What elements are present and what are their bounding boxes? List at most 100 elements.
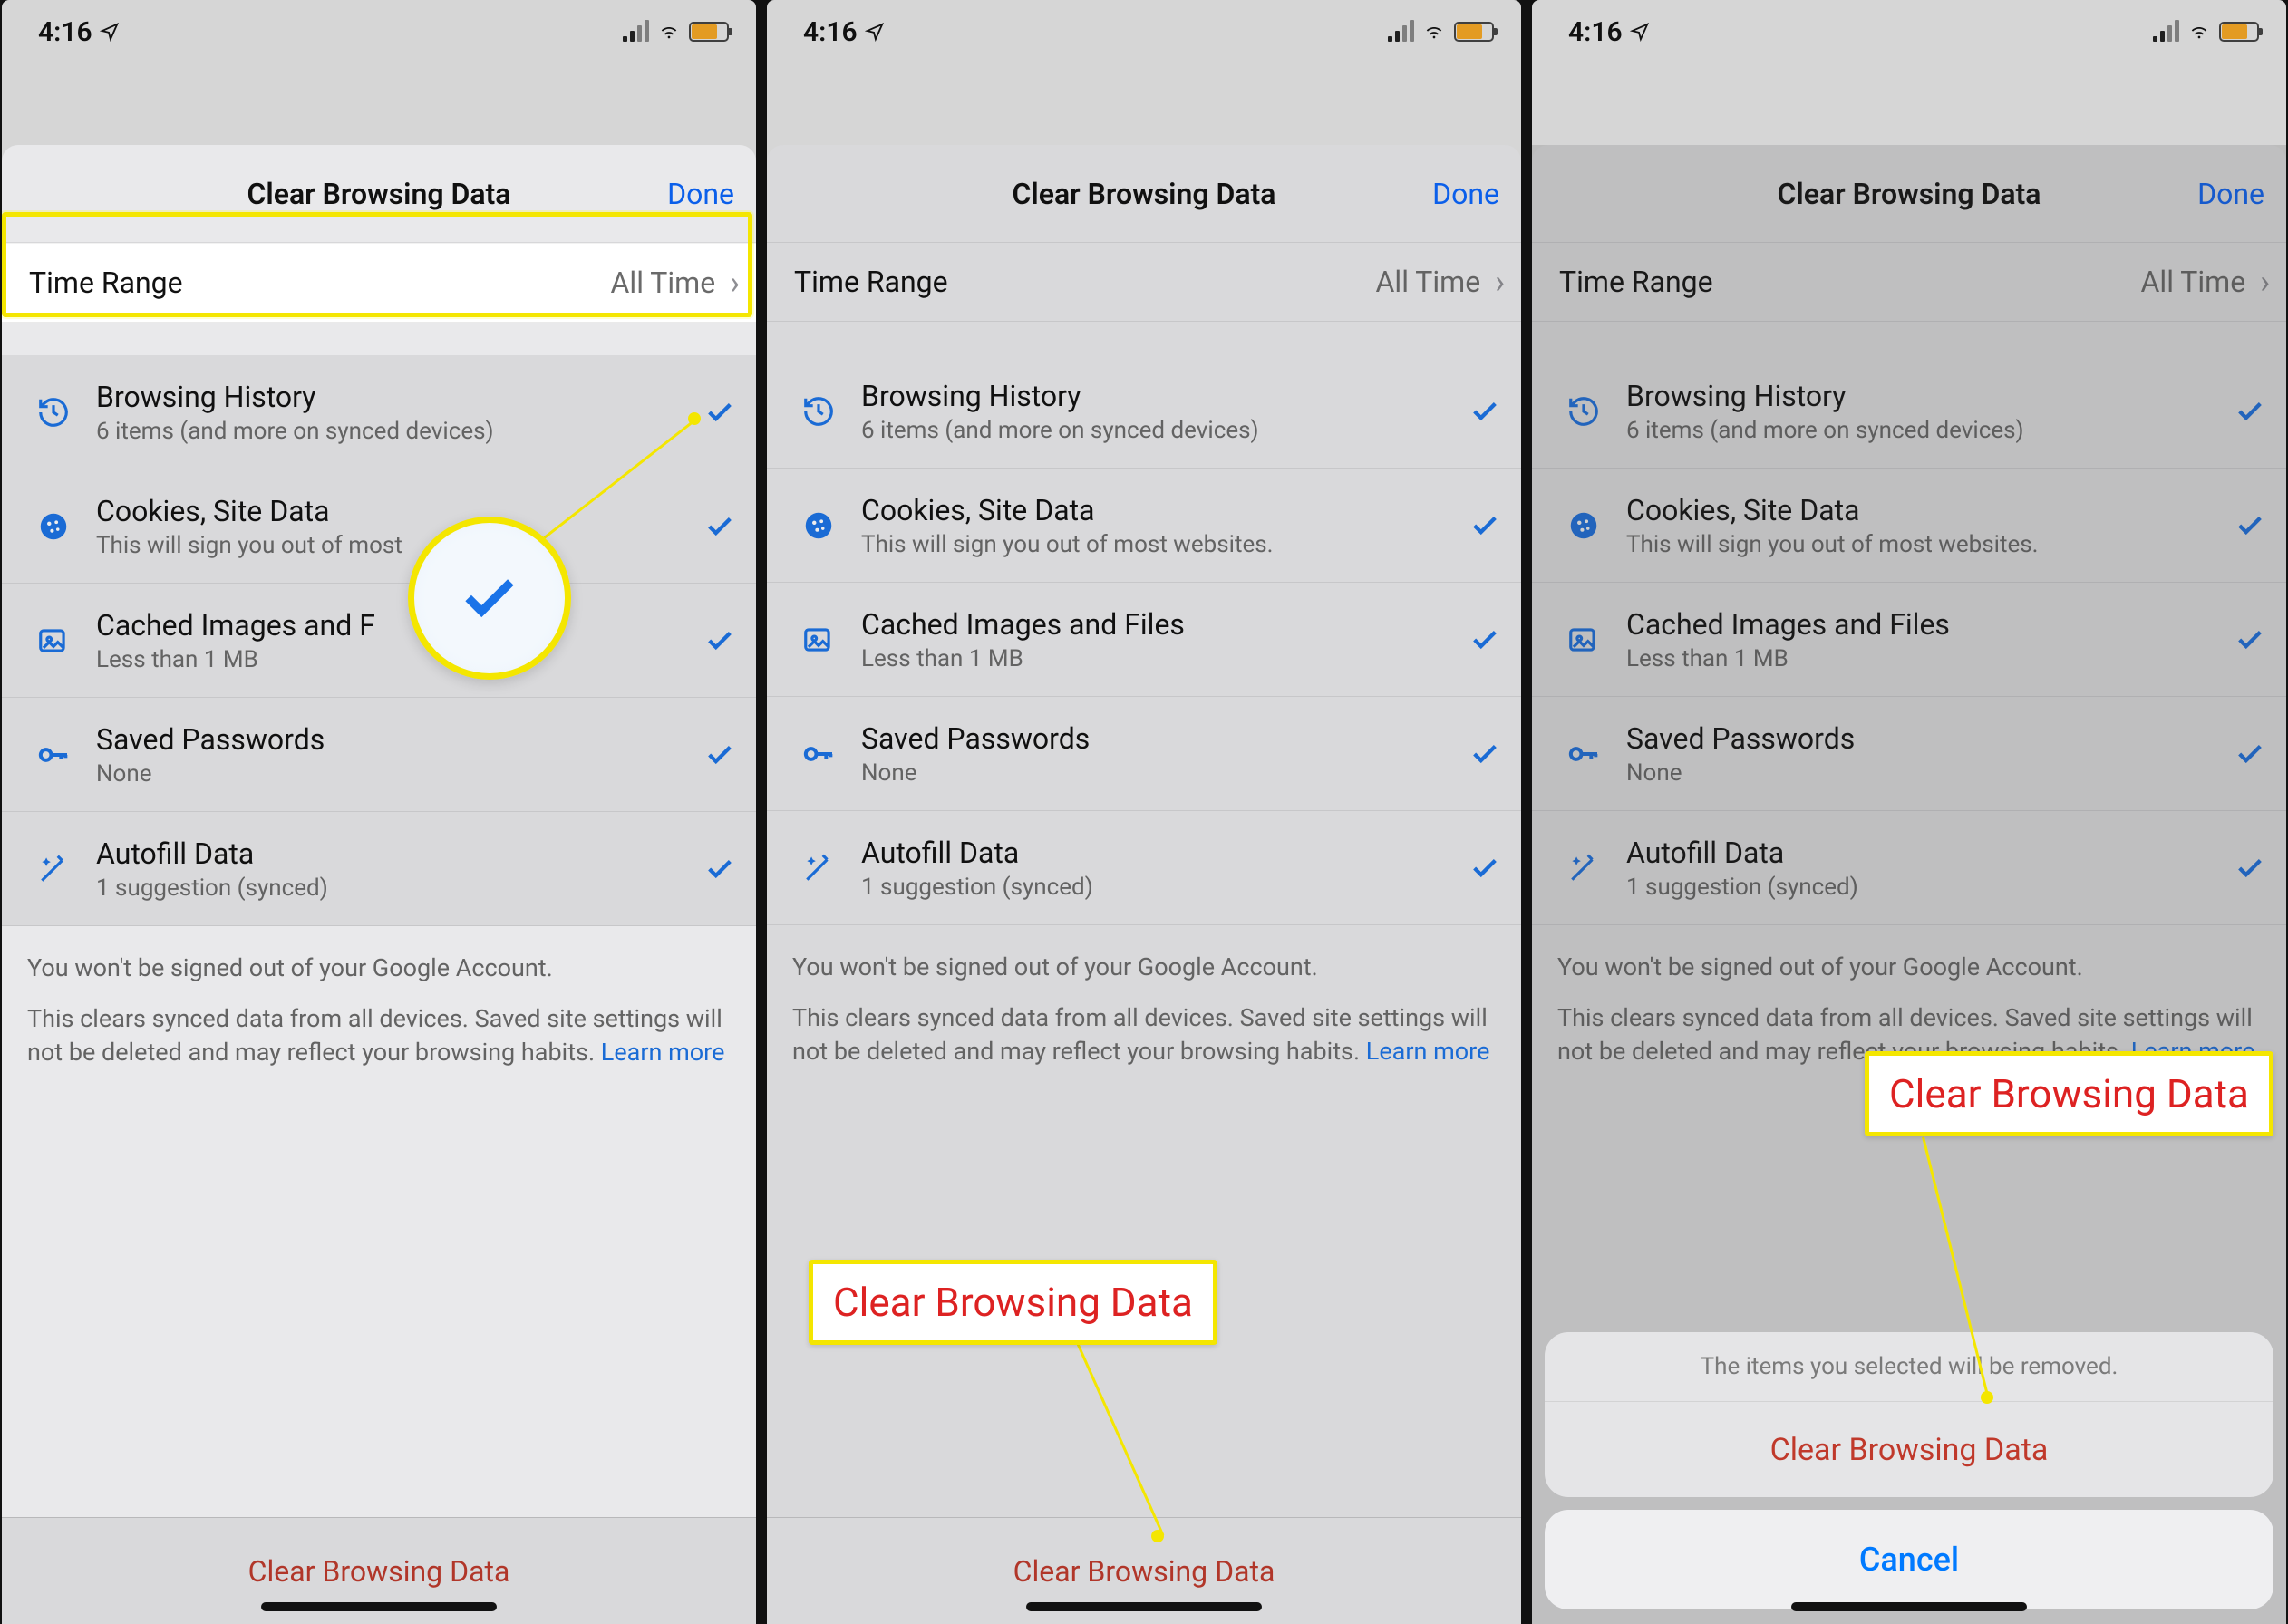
item-browsing-history[interactable]: Browsing History 6 items (and more on syn… <box>767 354 1521 469</box>
wifi-icon <box>656 22 682 42</box>
status-bar: 4:16 <box>767 0 1521 44</box>
signal-icon <box>2153 22 2179 42</box>
check-icon <box>2230 853 2270 884</box>
wand-icon <box>1559 851 1608 885</box>
item-autofill[interactable]: Autofill Data 1 suggestion (synced) <box>1532 811 2286 925</box>
time-range-value: All Time <box>611 266 716 300</box>
check-icon <box>1465 396 1505 427</box>
image-icon <box>794 623 843 657</box>
clear-browsing-data-button[interactable]: Clear Browsing Data <box>248 1554 510 1589</box>
wifi-icon <box>1421 22 1447 42</box>
status-time: 4:16 <box>803 16 858 48</box>
item-autofill[interactable]: Autofill Data 1 suggestion (synced) <box>767 811 1521 925</box>
item-autofill[interactable]: Autofill Data 1 suggestion (synced) <box>2 812 756 926</box>
item-subtitle: None <box>861 759 1465 787</box>
item-title: Saved Passwords <box>96 722 700 757</box>
check-icon <box>1465 624 1505 655</box>
learn-more-link[interactable]: Learn more <box>1366 1037 1490 1066</box>
check-icon <box>2230 396 2270 427</box>
time-range-label: Time Range <box>29 266 611 300</box>
location-icon <box>1630 22 1650 42</box>
item-passwords[interactable]: Saved PasswordsNone <box>1532 697 2286 811</box>
learn-more-link[interactable]: Learn more <box>601 1038 725 1067</box>
battery-icon <box>1454 22 1494 42</box>
item-cached[interactable]: Cached Images and F Less than 1 MB <box>2 584 756 698</box>
item-subtitle: 1 suggestion (synced) <box>861 874 1465 901</box>
clear-browsing-data-button[interactable]: Clear Browsing Data <box>1013 1554 1275 1589</box>
location-icon <box>100 22 120 42</box>
item-title: Saved Passwords <box>861 721 1465 756</box>
status-time: 4:16 <box>38 16 92 48</box>
item-title: Cached Images and F <box>96 608 700 643</box>
chevron-right-icon: › <box>2260 263 2270 301</box>
item-subtitle: 6 items (and more on synced devices) <box>861 417 1465 444</box>
done-button[interactable]: Done <box>2197 177 2264 211</box>
item-cached[interactable]: Cached Images and FilesLess than 1 MB <box>767 583 1521 697</box>
item-title: Saved Passwords <box>1626 721 2230 756</box>
item-title: Cached Images and Files <box>1626 607 2230 642</box>
item-passwords[interactable]: Saved Passwords None <box>767 697 1521 811</box>
done-button[interactable]: Done <box>1432 177 1499 211</box>
annotation-dot <box>688 412 701 425</box>
sheet-title: Clear Browsing Data <box>247 177 511 211</box>
item-title: Browsing History <box>861 379 1465 413</box>
item-browsing-history[interactable]: Browsing History 6 items (and more on syn… <box>1532 354 2286 469</box>
item-subtitle: 1 suggestion (synced) <box>96 875 700 902</box>
time-range-value: All Time <box>1376 265 1481 299</box>
time-range-row[interactable]: Time Range All Time › <box>767 243 1521 322</box>
home-indicator <box>261 1602 497 1611</box>
check-icon <box>700 511 740 542</box>
cancel-button[interactable]: Cancel <box>1545 1510 2273 1610</box>
time-range-row[interactable]: Time Range All Time › <box>1532 243 2286 322</box>
item-title: Browsing History <box>1626 379 2230 413</box>
check-icon <box>2230 510 2270 541</box>
item-cookies[interactable]: Cookies, Site DataThis will sign you out… <box>1532 469 2286 583</box>
status-time: 4:16 <box>1568 16 1623 48</box>
footer-note-1: You won't be signed out of your Google A… <box>1532 925 2286 992</box>
screenshot-panel-1: 4:16 Clear Browsing Data Done Time Range… <box>2 0 756 1624</box>
item-cached[interactable]: Cached Images and Files Less than 1 MB <box>1532 583 2286 697</box>
item-subtitle: Less than 1 MB <box>861 645 1465 672</box>
annotation-callout: Clear Browsing Data <box>1865 1051 2273 1136</box>
check-icon <box>2230 739 2270 769</box>
done-button[interactable]: Done <box>667 177 734 211</box>
check-icon <box>1465 853 1505 884</box>
status-bar: 4:16 <box>2 0 756 44</box>
chevron-right-icon: › <box>1495 263 1505 301</box>
item-subtitle: 1 suggestion (synced) <box>1626 874 2230 901</box>
item-passwords[interactable]: Saved Passwords None <box>2 698 756 812</box>
time-range-label: Time Range <box>1559 265 2141 299</box>
key-icon <box>794 736 843 772</box>
signal-icon <box>1388 22 1414 42</box>
item-subtitle: 6 items (and more on synced devices) <box>1626 417 2230 444</box>
action-sheet-message: The items you selected will be removed. <box>1545 1332 2273 1401</box>
footer-note-1: You won't be signed out of your Google A… <box>767 925 1521 992</box>
screenshot-panel-2: 4:16 Clear Browsing Data Done Time Range… <box>767 0 1521 1624</box>
item-title: Autofill Data <box>1626 836 2230 870</box>
item-subtitle: None <box>96 760 700 788</box>
settings-sheet: Clear Browsing Data Done Time Range All … <box>2 145 756 1624</box>
image-icon <box>29 624 78 658</box>
item-title: Autofill Data <box>861 836 1465 870</box>
confirm-clear-button[interactable]: Clear Browsing Data <box>1545 1401 2273 1497</box>
wand-icon <box>29 852 78 886</box>
status-bar: 4:16 <box>1532 0 2286 44</box>
item-cookies[interactable]: Cookies, Site DataThis will sign you out… <box>767 469 1521 583</box>
home-indicator <box>1791 1602 2027 1611</box>
check-icon <box>2230 624 2270 655</box>
time-range-row[interactable]: Time Range All Time › <box>2 243 756 323</box>
item-subtitle: This will sign you out of most websites. <box>1626 531 2230 558</box>
item-subtitle: Less than 1 MB <box>1626 645 2230 672</box>
key-icon <box>1559 736 1608 772</box>
time-range-label: Time Range <box>794 265 1376 299</box>
chevron-right-icon: › <box>730 264 740 302</box>
annotation-callout: Clear Browsing Data <box>809 1260 1217 1345</box>
item-title: Autofill Data <box>96 836 700 871</box>
screenshot-panel-3: 4:16 Clear Browsing Data Done Time Range… <box>1532 0 2286 1624</box>
item-browsing-history[interactable]: Browsing History 6 items (and more on sy… <box>2 355 756 469</box>
cookie-icon <box>794 508 843 543</box>
history-icon <box>1559 394 1608 429</box>
item-cookies[interactable]: Cookies, Site Data This will sign you ou… <box>2 469 756 584</box>
signal-icon <box>623 22 649 42</box>
battery-icon <box>689 22 729 42</box>
